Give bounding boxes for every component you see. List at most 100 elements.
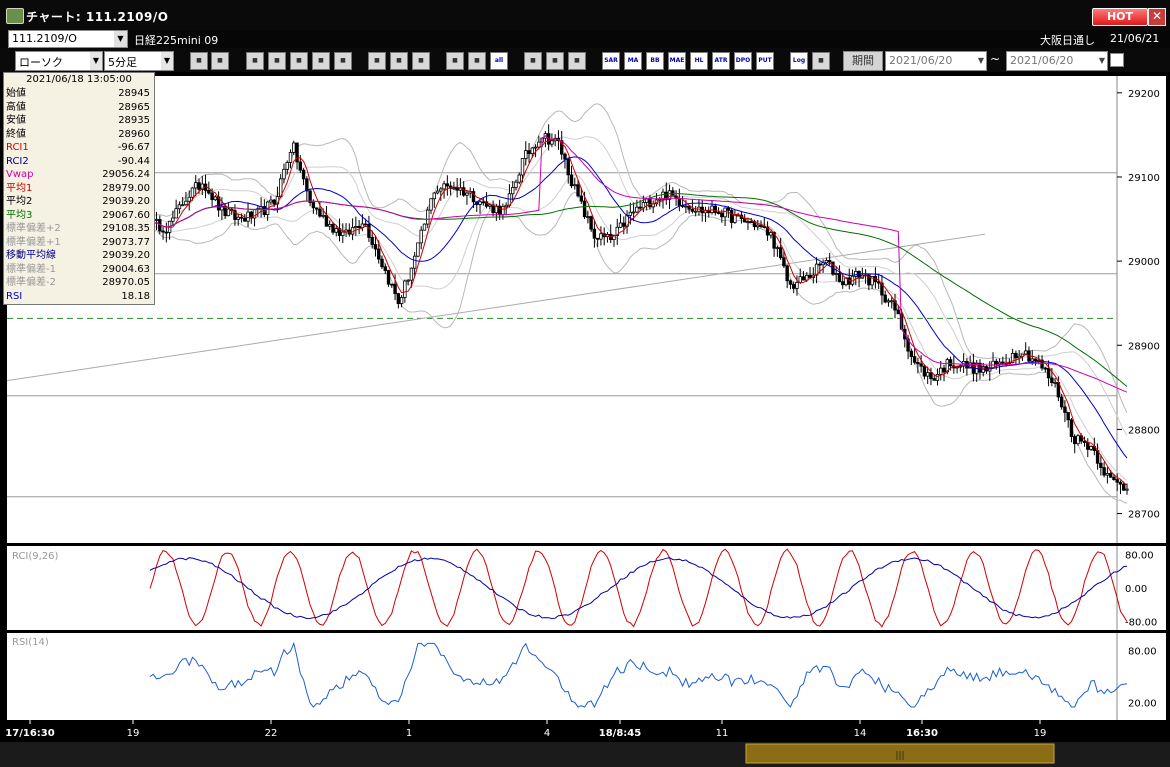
indicator-button-bb[interactable]: BB (646, 52, 664, 70)
indicator-button-dpo[interactable]: DPO (734, 52, 752, 70)
candle-body (406, 279, 410, 282)
period-button[interactable]: 期間 (843, 51, 883, 71)
indicator-button-atr[interactable]: ATR (712, 52, 730, 70)
data-panel-value: 29056.24 (102, 169, 150, 180)
range-checkbox[interactable] (1110, 53, 1124, 67)
y-tick-label: 28700 (1128, 510, 1160, 521)
candle-body (239, 216, 244, 219)
window-titlebar (0, 0, 1170, 31)
candle-body (1086, 442, 1090, 450)
export-icon[interactable]: ■ (812, 52, 830, 70)
date-from-field[interactable]: 2021/06/20 ▼ (885, 51, 987, 71)
volume-icon[interactable]: ■ (290, 52, 308, 70)
x-tick-label: 19 (1034, 728, 1047, 739)
data-panel-key: 移動平均線 (6, 250, 56, 261)
edit-icon[interactable]: ■ (546, 52, 564, 70)
y-tick-label: 28900 (1128, 341, 1160, 352)
box2-icon[interactable]: ■ (468, 52, 486, 70)
candle-body (716, 212, 721, 214)
candle-body (782, 257, 786, 267)
indicator-button-sar[interactable]: SAR (602, 52, 620, 70)
candle-body (896, 309, 900, 315)
cursor-icon[interactable]: ■ (390, 52, 408, 70)
candle-body (246, 211, 250, 222)
data-panel-key: 平均1 (6, 182, 33, 194)
indicator-button-all[interactable]: all (490, 52, 508, 70)
candle-body (684, 205, 688, 208)
candle-body (801, 276, 806, 281)
calendar-icon[interactable]: ▼ (1099, 52, 1105, 70)
indicator-button-put[interactable]: PUT (756, 52, 774, 70)
candle-body (733, 214, 737, 223)
chevron-down-icon[interactable]: ▼ (161, 52, 173, 70)
close-button[interactable]: ✕ (1148, 8, 1166, 26)
eraser-icon[interactable]: ■ (334, 52, 352, 70)
hot-button[interactable]: HOT (1092, 8, 1148, 26)
rsi-panel-title: RSI(14) (12, 637, 49, 648)
candle-body (164, 231, 169, 234)
app-icon (6, 8, 24, 24)
candle-body (527, 150, 531, 155)
pnf-icon[interactable]: ■ (268, 52, 286, 70)
x-tick-label: 19 (127, 728, 140, 739)
y-tick-label: 28800 (1128, 425, 1160, 436)
session-date: 21/06/21 (1110, 32, 1160, 45)
candle-body (1014, 352, 1018, 359)
indicator-button-log[interactable]: Log (790, 52, 808, 70)
candle-body (788, 280, 793, 285)
candle-body (452, 187, 456, 190)
draw-icon[interactable]: ■ (412, 52, 430, 70)
candle-body (1125, 488, 1129, 491)
candle-body (1099, 462, 1103, 469)
candle-body (648, 198, 652, 208)
chart-type-select[interactable]: ローソク ▼ (15, 51, 103, 71)
chevron-down-icon[interactable]: ▼ (90, 52, 102, 70)
candle-body (171, 217, 175, 222)
candle-body (478, 201, 482, 205)
chart-canvas[interactable]: RCI(9,26) RSI(14) ||| 29200 29100 29000 289… (0, 72, 1170, 767)
data-panel-key: 始値 (6, 88, 26, 99)
indicator-button-mae[interactable]: MAE (668, 52, 686, 70)
timeframe-select[interactable]: 5分足 ▼ (104, 51, 174, 71)
calendar-icon[interactable]: ▼ (978, 52, 984, 70)
zoom-icon[interactable]: ■ (190, 52, 208, 70)
candle-body (854, 270, 858, 277)
candle-body (939, 367, 943, 375)
box-icon[interactable]: ■ (446, 52, 464, 70)
grid-icon[interactable]: ■ (211, 52, 229, 70)
date-to-field[interactable]: 2021/06/20 ▼ (1006, 51, 1108, 71)
candle-body (925, 372, 930, 377)
candle-body (213, 196, 218, 201)
split-icon[interactable]: ■ (312, 52, 330, 70)
candle-body (1089, 445, 1093, 450)
data-panel-key: 高値 (6, 101, 26, 113)
candle-body (363, 223, 368, 226)
candle-body (161, 230, 165, 233)
y-tick-label: 29000 (1128, 257, 1160, 268)
symbol-select[interactable]: 111.2109/O ▼ (8, 30, 128, 48)
candle-body (455, 187, 459, 191)
candle-body (834, 273, 838, 275)
candle-body (922, 365, 927, 377)
candle-body (377, 248, 381, 260)
rci-tick-label: 0.00 (1125, 584, 1147, 595)
indicator-button-hl[interactable]: HL (690, 52, 708, 70)
candle-body (1102, 467, 1106, 476)
pen-icon[interactable]: ■ (368, 52, 386, 70)
data-panel-row: RCI1 -96.67 (4, 141, 154, 154)
data-panel-key: 標準偏差-1 (6, 263, 56, 275)
indicator-button-ma[interactable]: MA (624, 52, 642, 70)
rsi-tick-label: 80.00 (1128, 646, 1157, 657)
x-axis (0, 720, 1170, 742)
candle-body (357, 226, 361, 229)
candle-body (1033, 358, 1038, 362)
settings-icon[interactable]: ■ (524, 52, 542, 70)
candle-body (1076, 435, 1080, 445)
candle-body (599, 233, 603, 240)
candle-body (582, 200, 587, 218)
candle-icon[interactable]: ■ (246, 52, 264, 70)
candle-body (288, 152, 293, 163)
color-icon[interactable]: ■ (568, 52, 586, 70)
candle-body (282, 168, 286, 180)
chevron-down-icon[interactable]: ▼ (114, 31, 127, 47)
